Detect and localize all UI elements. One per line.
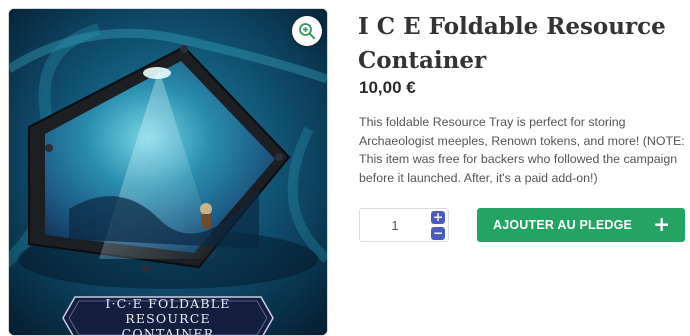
increment-button[interactable]: + <box>431 211 445 224</box>
add-to-pledge-label: AJOUTER AU PLEDGE <box>493 208 632 242</box>
quantity-stepper: + − <box>359 208 449 242</box>
plus-icon: + <box>653 208 670 241</box>
banner-line-2: Container <box>122 326 215 336</box>
product-title: I C E Foldable Resource Container <box>358 10 678 78</box>
product-image-gallery[interactable]: I·C·E Foldable Resource Container <box>8 8 328 336</box>
banner-line-1: I·C·E Foldable Resource <box>61 296 275 326</box>
image-title-banner: I·C·E Foldable Resource Container <box>61 295 275 336</box>
zoom-in-icon <box>298 22 316 40</box>
product-image[interactable] <box>9 9 327 335</box>
add-to-pledge-button[interactable]: AJOUTER AU PLEDGE + <box>477 208 685 242</box>
product-description: This foldable Resource Tray is perfect f… <box>359 113 685 187</box>
product-price: 10,00 € <box>359 78 416 98</box>
zoom-button[interactable] <box>292 16 322 46</box>
decrement-button[interactable]: − <box>431 227 445 240</box>
